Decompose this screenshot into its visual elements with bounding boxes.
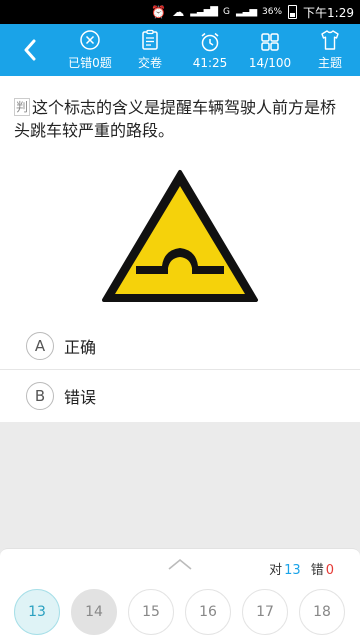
cloud-icon: ☁ (172, 5, 185, 19)
question-area: 判这个标志的含义是提醒车辆驾驶人前方是桥头跳车较严重的路段。 A 正确 B 错误 (0, 76, 360, 422)
question-number-item[interactable]: 17 (242, 589, 288, 635)
option-b-text: 错误 (64, 388, 97, 407)
wrong-count-label: 已错0题 (68, 56, 112, 70)
exam-toolbar: 已错0题 交卷 41:25 14/100 主题 (0, 24, 360, 76)
wrong-label: 错 (310, 563, 324, 578)
option-a[interactable]: A 正确 (0, 322, 360, 370)
wrong-count-button[interactable]: 已错0题 (60, 24, 120, 76)
grid-icon (259, 31, 281, 53)
wrong-count: 0 (325, 563, 334, 578)
progress-label: 14/100 (248, 55, 292, 70)
chevron-left-icon (24, 39, 36, 61)
battery-icon (288, 5, 298, 19)
alarm-clock-icon (199, 31, 221, 53)
question-number-item[interactable]: 16 (185, 589, 231, 635)
alarm-icon: ⏰ (151, 5, 167, 19)
option-a-badge: A (26, 331, 54, 360)
question-text-block: 判这个标志的含义是提醒车辆驾驶人前方是桥头跳车较严重的路段。 (14, 96, 350, 142)
score-summary: 对 13 错 0 (269, 559, 334, 578)
question-text: 这个标志的含义是提醒车辆驾驶人前方是桥头跳车较严重的路段。 (14, 98, 337, 140)
back-button[interactable] (0, 24, 60, 76)
option-a-text: 正确 (64, 337, 97, 357)
status-time: 下午1:29 (303, 5, 354, 20)
option-b-badge: B (26, 382, 54, 410)
submit-paper-label: 交卷 (137, 56, 162, 70)
close-circle-icon (79, 29, 101, 51)
theme-label: 主题 (317, 56, 342, 70)
question-number-item[interactable]: 13 (14, 589, 60, 635)
option-b[interactable]: B 错误 (0, 372, 360, 420)
question-number-item[interactable]: 14 (71, 589, 117, 635)
shirt-icon (319, 29, 341, 51)
signal-icon-2: ▂▃▅ (235, 6, 257, 17)
theme-button[interactable]: 主题 (300, 24, 360, 76)
submit-paper-icon (139, 29, 161, 51)
timer-display: 41:25 (180, 24, 240, 76)
question-grid-button[interactable]: 14/100 (240, 24, 300, 76)
signal-icon: ▂▃▅▇ (190, 6, 218, 17)
answer-sheet-panel: 对 13 错 0 13 14 15 16 17 18 (0, 548, 360, 640)
timer-label: 41:25 (192, 55, 228, 70)
expand-panel-button[interactable] (166, 557, 194, 571)
submit-paper-button[interactable]: 交卷 (120, 24, 180, 76)
question-number-list: 13 14 15 16 17 18 (14, 589, 345, 635)
question-number-item[interactable]: 18 (299, 589, 345, 635)
bridge-bump-sign-image (100, 166, 260, 306)
status-bar: ⏰ ☁ ▂▃▅▇ G ▂▃▅ 36% 下午1:29 (0, 0, 360, 24)
question-type-tag: 判 (14, 98, 31, 116)
battery-percent: 36% (262, 7, 283, 17)
question-number-item[interactable]: 15 (128, 589, 174, 635)
network-type-label: G (222, 6, 230, 17)
right-count: 13 (284, 563, 301, 578)
right-label: 对 (269, 563, 283, 578)
